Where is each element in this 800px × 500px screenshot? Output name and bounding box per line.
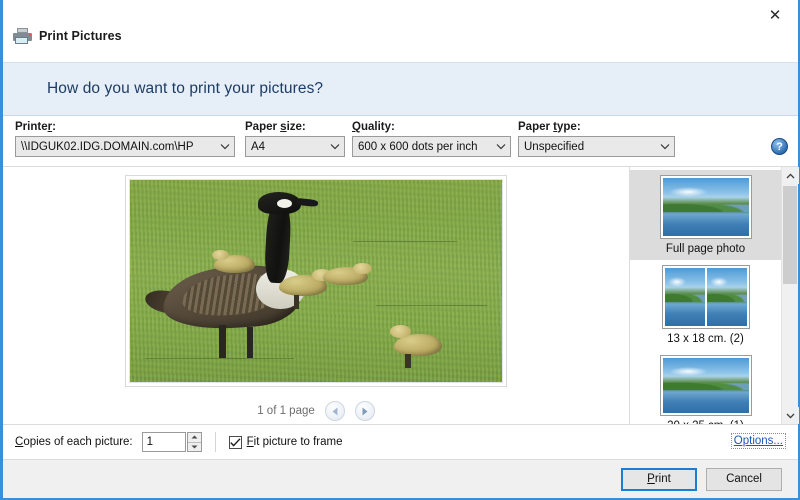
scrollbar-thumb[interactable] xyxy=(783,186,797,284)
spinner-up-icon[interactable] xyxy=(187,433,201,443)
chevron-down-icon xyxy=(656,143,674,150)
quality-label: Quality: xyxy=(352,121,395,133)
print-options-row: Printer: \\IDGUK02.IDG.DOMAIN.com\HP Pap… xyxy=(3,116,798,167)
chevron-down-icon xyxy=(492,143,510,150)
checkbox-label: Fit picture to frame xyxy=(246,436,343,448)
spinner-down-icon[interactable] xyxy=(187,442,201,451)
page-navigation: 1 of 1 page xyxy=(257,401,375,421)
layout-pane: Full page photo 13 x 18 cm. (2) 20 x 25 … xyxy=(630,167,799,424)
gosling-head xyxy=(211,249,229,261)
layout-scrollbar[interactable] xyxy=(781,167,799,424)
goose-leg xyxy=(247,327,254,358)
photo-preview xyxy=(129,179,503,383)
layout-thumbnail xyxy=(659,355,752,416)
paper-type-value: Unspecified xyxy=(524,140,585,153)
paper-size-value: A4 xyxy=(251,140,266,153)
gosling-leg xyxy=(293,295,299,310)
quality-value: 600 x 600 dots per inch xyxy=(358,140,478,153)
window-title: Print Pictures xyxy=(39,29,122,43)
divider xyxy=(214,432,216,452)
footer: Print Cancel xyxy=(3,459,798,498)
page-sheet xyxy=(125,175,507,387)
title-bar: Print Pictures ✕ xyxy=(3,0,798,62)
page-indicator: 1 of 1 page xyxy=(257,405,315,417)
paper-size-select[interactable]: A4 xyxy=(245,136,345,157)
title-bar-left: Print Pictures xyxy=(13,28,122,44)
cancel-button[interactable]: Cancel xyxy=(706,467,782,491)
chevron-down-icon xyxy=(326,143,344,150)
close-icon[interactable]: ✕ xyxy=(752,0,798,30)
printer-icon xyxy=(13,28,32,44)
next-page-button[interactable] xyxy=(354,401,375,421)
layout-item-full-page-photo[interactable]: Full page photo xyxy=(630,170,781,260)
help-question-icon[interactable]: ? xyxy=(771,138,788,155)
print-pictures-dialog: Print Pictures ✕ How do you want to prin… xyxy=(0,0,800,500)
paper-type-label: Paper type: xyxy=(518,121,581,133)
layout-item-20x25[interactable]: 20 x 25 cm. (1) xyxy=(630,350,781,424)
paper-size-field: Paper size: A4 xyxy=(245,121,345,157)
layout-item-13x18[interactable]: 13 x 18 cm. (2) xyxy=(630,260,781,350)
copies-input[interactable]: 1 xyxy=(141,432,186,452)
checkbox-box[interactable] xyxy=(228,435,242,449)
printer-select[interactable]: \\IDGUK02.IDG.DOMAIN.com\HP xyxy=(15,136,235,157)
printer-field: Printer: \\IDGUK02.IDG.DOMAIN.com\HP xyxy=(15,121,235,157)
dialog-body: 1 of 1 page Full page photo 13 x 18 cm. … xyxy=(3,167,799,424)
banner: How do you want to print your pictures? xyxy=(3,62,798,116)
layout-item-label: 13 x 18 cm. (2) xyxy=(667,333,744,345)
chevron-up-icon[interactable] xyxy=(781,167,799,184)
layout-list: Full page photo 13 x 18 cm. (2) 20 x 25 … xyxy=(630,167,781,424)
copies-stepper[interactable] xyxy=(186,432,202,452)
copies-bar: Copies of each picture: 1 Fit picture to… xyxy=(3,424,798,459)
banner-heading: How do you want to print your pictures? xyxy=(47,80,324,97)
chevron-down-icon[interactable] xyxy=(781,407,799,424)
gosling-head xyxy=(353,262,372,275)
print-button[interactable]: Print xyxy=(621,467,697,491)
gosling-leg xyxy=(405,353,411,368)
printer-label: Printer: xyxy=(15,121,56,133)
printer-value: \\IDGUK02.IDG.DOMAIN.com\HP xyxy=(21,140,194,153)
paper-type-field: Paper type: Unspecified xyxy=(518,121,675,157)
chevron-down-icon xyxy=(216,143,234,150)
layout-thumbnail xyxy=(659,175,752,239)
scrollbar-track[interactable] xyxy=(782,184,799,407)
layout-thumbnail xyxy=(661,265,750,329)
copies-label: Copies of each picture: xyxy=(15,436,133,448)
previous-page-button[interactable] xyxy=(324,401,345,421)
preview-pane: 1 of 1 page xyxy=(3,167,630,424)
quality-field: Quality: 600 x 600 dots per inch xyxy=(352,121,511,157)
options-link[interactable]: Options... xyxy=(730,433,786,449)
layout-item-label: Full page photo xyxy=(665,243,746,255)
goose-leg xyxy=(219,325,226,358)
quality-select[interactable]: 600 x 600 dots per inch xyxy=(352,136,511,157)
fit-picture-to-frame-checkbox[interactable]: Fit picture to frame xyxy=(228,435,343,449)
paper-size-label: Paper size: xyxy=(245,121,306,133)
paper-type-select[interactable]: Unspecified xyxy=(518,136,675,157)
